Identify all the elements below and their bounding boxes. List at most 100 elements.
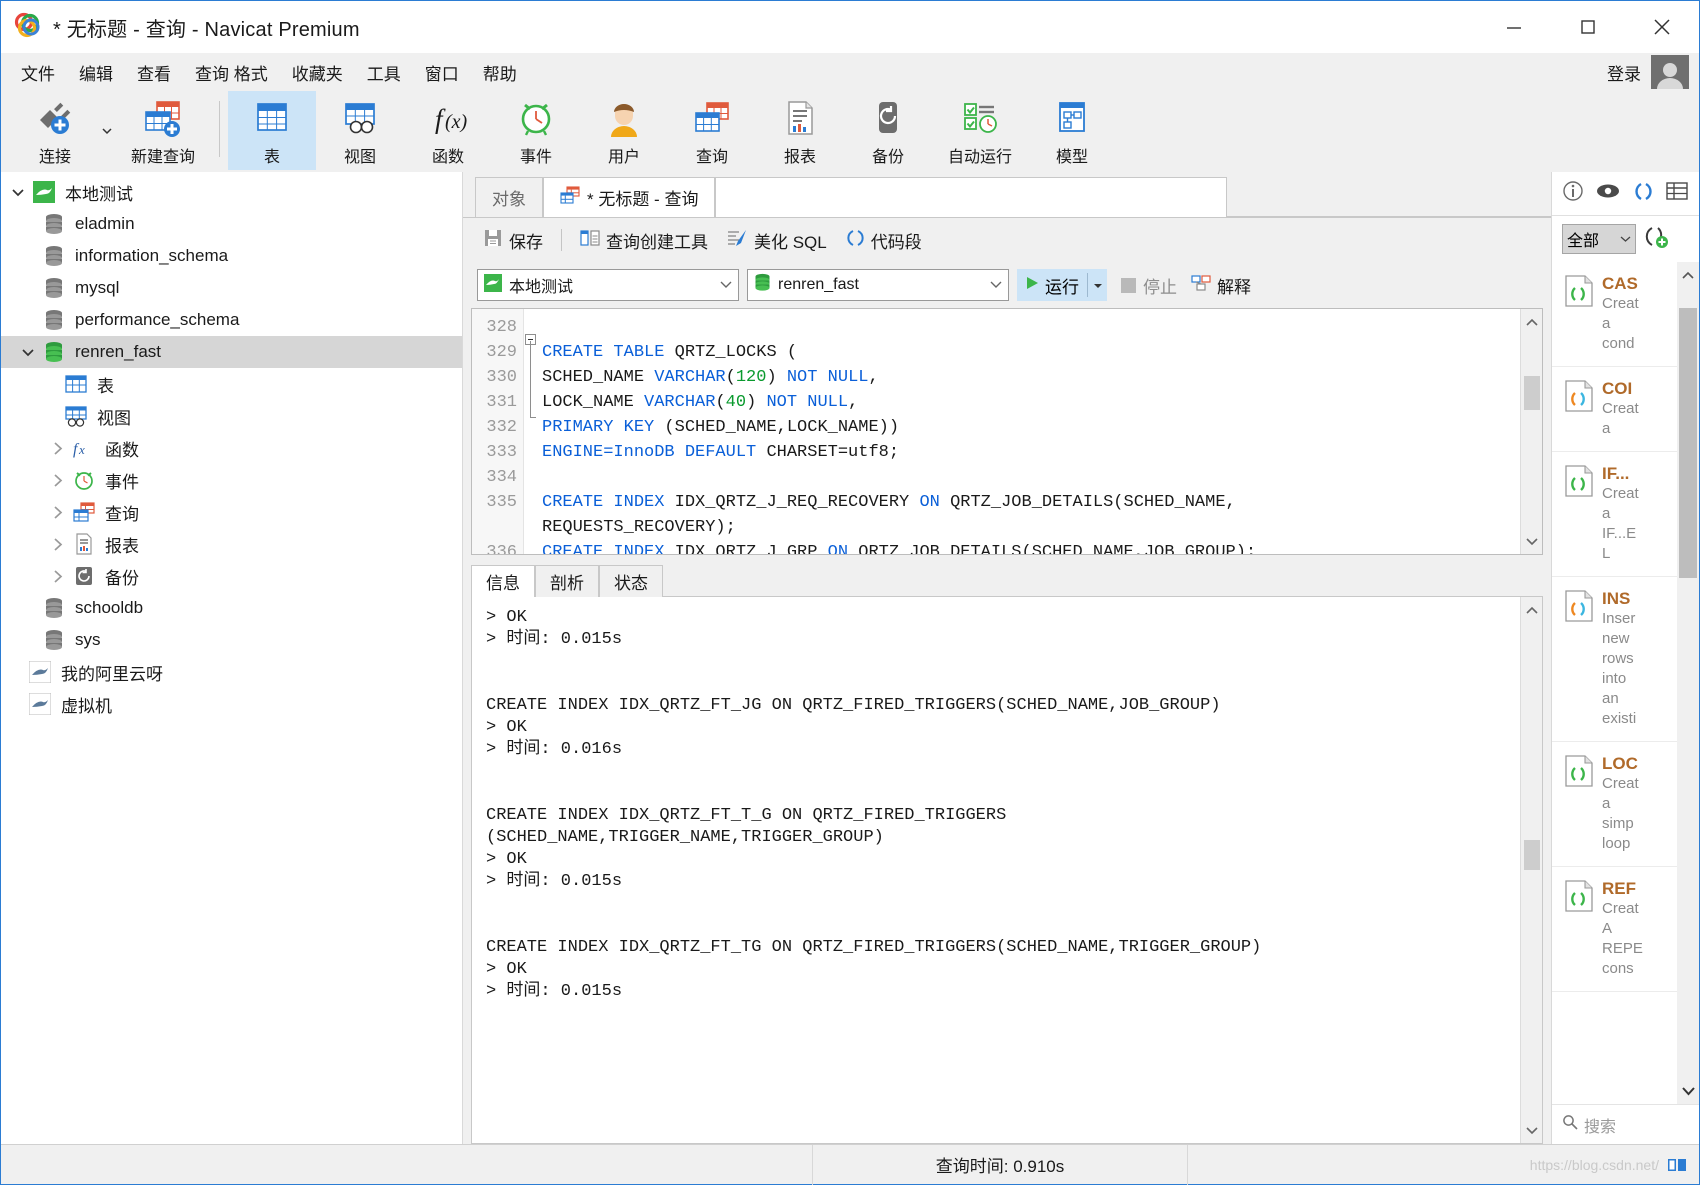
chevron-down-icon[interactable]	[99, 91, 115, 170]
tree-item-aliyun[interactable]: 我的阿里云呀	[1, 656, 462, 688]
chevron-down-icon[interactable]	[990, 276, 1002, 294]
close-button[interactable]	[1625, 1, 1699, 53]
snippet-search-box[interactable]: 搜索	[1552, 1104, 1699, 1144]
sql-editor[interactable]: 328 329 330 331 332 333 334 335 336 CREA…	[471, 308, 1543, 555]
tree-item-functions[interactable]: fx 函数	[1, 432, 462, 464]
toolbar-new-query[interactable]: 新建查询	[115, 91, 211, 170]
chevron-down-icon[interactable]	[1620, 230, 1631, 248]
toolbar-user[interactable]: 用户	[580, 91, 668, 170]
tab-query[interactable]: * 无标题 - 查询	[543, 177, 716, 217]
tree-item-queries[interactable]: 查询	[1, 496, 462, 528]
menu-help[interactable]: 帮助	[471, 57, 529, 88]
code-snippet-button[interactable]: 代码段	[839, 225, 928, 256]
snippet-item[interactable]: LOC Creat a simp loop	[1552, 742, 1677, 867]
tree-item-views[interactable]: 视图	[1, 400, 462, 432]
line-number: 334	[486, 468, 517, 487]
scroll-up-icon[interactable]	[1678, 265, 1698, 285]
scroll-down-icon[interactable]	[1522, 1120, 1542, 1140]
snippet-item[interactable]: REF Creat A REPE cons	[1552, 867, 1677, 992]
menu-file[interactable]: 文件	[9, 57, 67, 88]
snippet-filter-select[interactable]: 全部	[1562, 224, 1636, 254]
result-tab-message[interactable]: 信息	[471, 565, 535, 597]
tree-item-tables[interactable]: 表	[1, 368, 462, 400]
toolbar-automation[interactable]: 自动运行	[932, 91, 1028, 170]
toolbar-report[interactable]: 报表	[756, 91, 844, 170]
chevron-right-icon[interactable]	[45, 505, 71, 519]
tree-item-local-test[interactable]: 本地测试	[1, 176, 462, 208]
snippet-item[interactable]: INS Inser new rows into an existi	[1552, 577, 1677, 742]
chevron-down-icon[interactable]	[1093, 275, 1103, 295]
tree-item-performance-schema[interactable]: performance_schema	[1, 304, 462, 336]
tree-item-information-schema[interactable]: information_schema	[1, 240, 462, 272]
menu-window[interactable]: 窗口	[413, 57, 471, 88]
menu-view[interactable]: 查看	[125, 57, 183, 88]
save-button[interactable]: 保存	[477, 225, 549, 256]
chevron-right-icon[interactable]	[45, 569, 71, 583]
chevron-down-icon[interactable]	[720, 276, 732, 294]
grid-icon[interactable]	[1666, 180, 1688, 207]
tree-item-reports[interactable]: 报表	[1, 528, 462, 560]
avatar[interactable]	[1651, 55, 1689, 89]
toolbar-table[interactable]: 表	[228, 91, 316, 170]
resize-grip-icon[interactable]	[1665, 1154, 1691, 1176]
chevron-down-icon[interactable]	[5, 188, 31, 197]
tree-item-eladmin[interactable]: eladmin	[1, 208, 462, 240]
query-builder-button[interactable]: 查询创建工具	[574, 225, 714, 256]
tree-item-schooldb[interactable]: schooldb	[1, 592, 462, 624]
menu-favorites[interactable]: 收藏夹	[280, 57, 355, 88]
result-tab-profile[interactable]: 剖析	[535, 565, 599, 597]
tree-item-backups[interactable]: 备份	[1, 560, 462, 592]
snippet-list[interactable]: CAS Creat a cond COI Creat a IF... Creat…	[1552, 262, 1699, 1104]
snippet-scrollbar[interactable]	[1677, 262, 1699, 1104]
menu-edit[interactable]: 编辑	[67, 57, 125, 88]
code-snippet-icon[interactable]	[1632, 180, 1654, 207]
toolbar-model[interactable]: 模型	[1028, 91, 1116, 170]
chevron-right-icon[interactable]	[45, 441, 71, 455]
toolbar-query[interactable]: 查询	[668, 91, 756, 170]
snippet-item[interactable]: COI Creat a	[1552, 367, 1677, 452]
scroll-thumb[interactable]	[1523, 375, 1540, 410]
toolbar-event[interactable]: 事件	[492, 91, 580, 170]
info-icon[interactable]	[1562, 180, 1584, 207]
result-tab-status[interactable]: 状态	[599, 565, 663, 597]
menu-tools[interactable]: 工具	[355, 57, 413, 88]
chevron-right-icon[interactable]	[45, 473, 71, 487]
add-snippet-icon[interactable]	[1644, 225, 1670, 254]
snippet-item[interactable]: CAS Creat a cond	[1552, 262, 1677, 367]
toolbar-automation-label: 自动运行	[947, 149, 1012, 166]
login-link[interactable]: 登录	[1607, 60, 1641, 85]
scroll-up-icon[interactable]	[1522, 600, 1542, 620]
tab-object[interactable]: 对象	[475, 177, 543, 217]
scroll-down-icon[interactable]	[1522, 531, 1542, 551]
scroll-thumb[interactable]	[1679, 308, 1697, 578]
toolbar-view[interactable]: 视图	[316, 91, 404, 170]
tree-item-virtual-machine[interactable]: 虚拟机	[1, 688, 462, 720]
tree-item-renren-fast[interactable]: renren_fast	[1, 336, 462, 368]
run-button[interactable]: 运行	[1017, 269, 1107, 301]
minimize-button[interactable]	[1477, 1, 1551, 53]
result-vertical-scrollbar[interactable]	[1520, 597, 1542, 1143]
explain-button[interactable]: 解释	[1191, 273, 1251, 298]
maximize-button[interactable]	[1551, 1, 1625, 53]
beautify-sql-button[interactable]: 美化 SQL	[720, 225, 833, 256]
eye-icon[interactable]	[1596, 182, 1620, 205]
tree-item-mysql[interactable]: mysql	[1, 272, 462, 304]
database-select[interactable]: renren_fast	[747, 269, 1009, 301]
chevron-down-icon[interactable]	[15, 348, 41, 357]
snippet-item[interactable]: IF... Creat a IF...EL	[1552, 452, 1677, 577]
menu-query-format[interactable]: 查询 格式	[183, 57, 280, 88]
toolbar-connection[interactable]: 连接	[11, 91, 99, 170]
fold-column[interactable]	[524, 309, 538, 554]
stop-button[interactable]: 停止	[1121, 273, 1177, 298]
tree-item-sys[interactable]: sys	[1, 624, 462, 656]
connection-select[interactable]: 本地测试	[477, 269, 739, 301]
tree-item-events[interactable]: 事件	[1, 464, 462, 496]
scroll-up-icon[interactable]	[1522, 312, 1542, 332]
toolbar-function[interactable]: f (x) 函数	[404, 91, 492, 170]
scroll-down-icon[interactable]	[1678, 1081, 1698, 1101]
toolbar-backup[interactable]: 备份	[844, 91, 932, 170]
editor-vertical-scrollbar[interactable]	[1520, 309, 1542, 554]
scroll-thumb[interactable]	[1523, 840, 1540, 870]
sql-code-text[interactable]: CREATE TABLE QRTZ_LOCKS ( SCHED_NAME VAR…	[538, 309, 1520, 554]
chevron-right-icon[interactable]	[45, 537, 71, 551]
